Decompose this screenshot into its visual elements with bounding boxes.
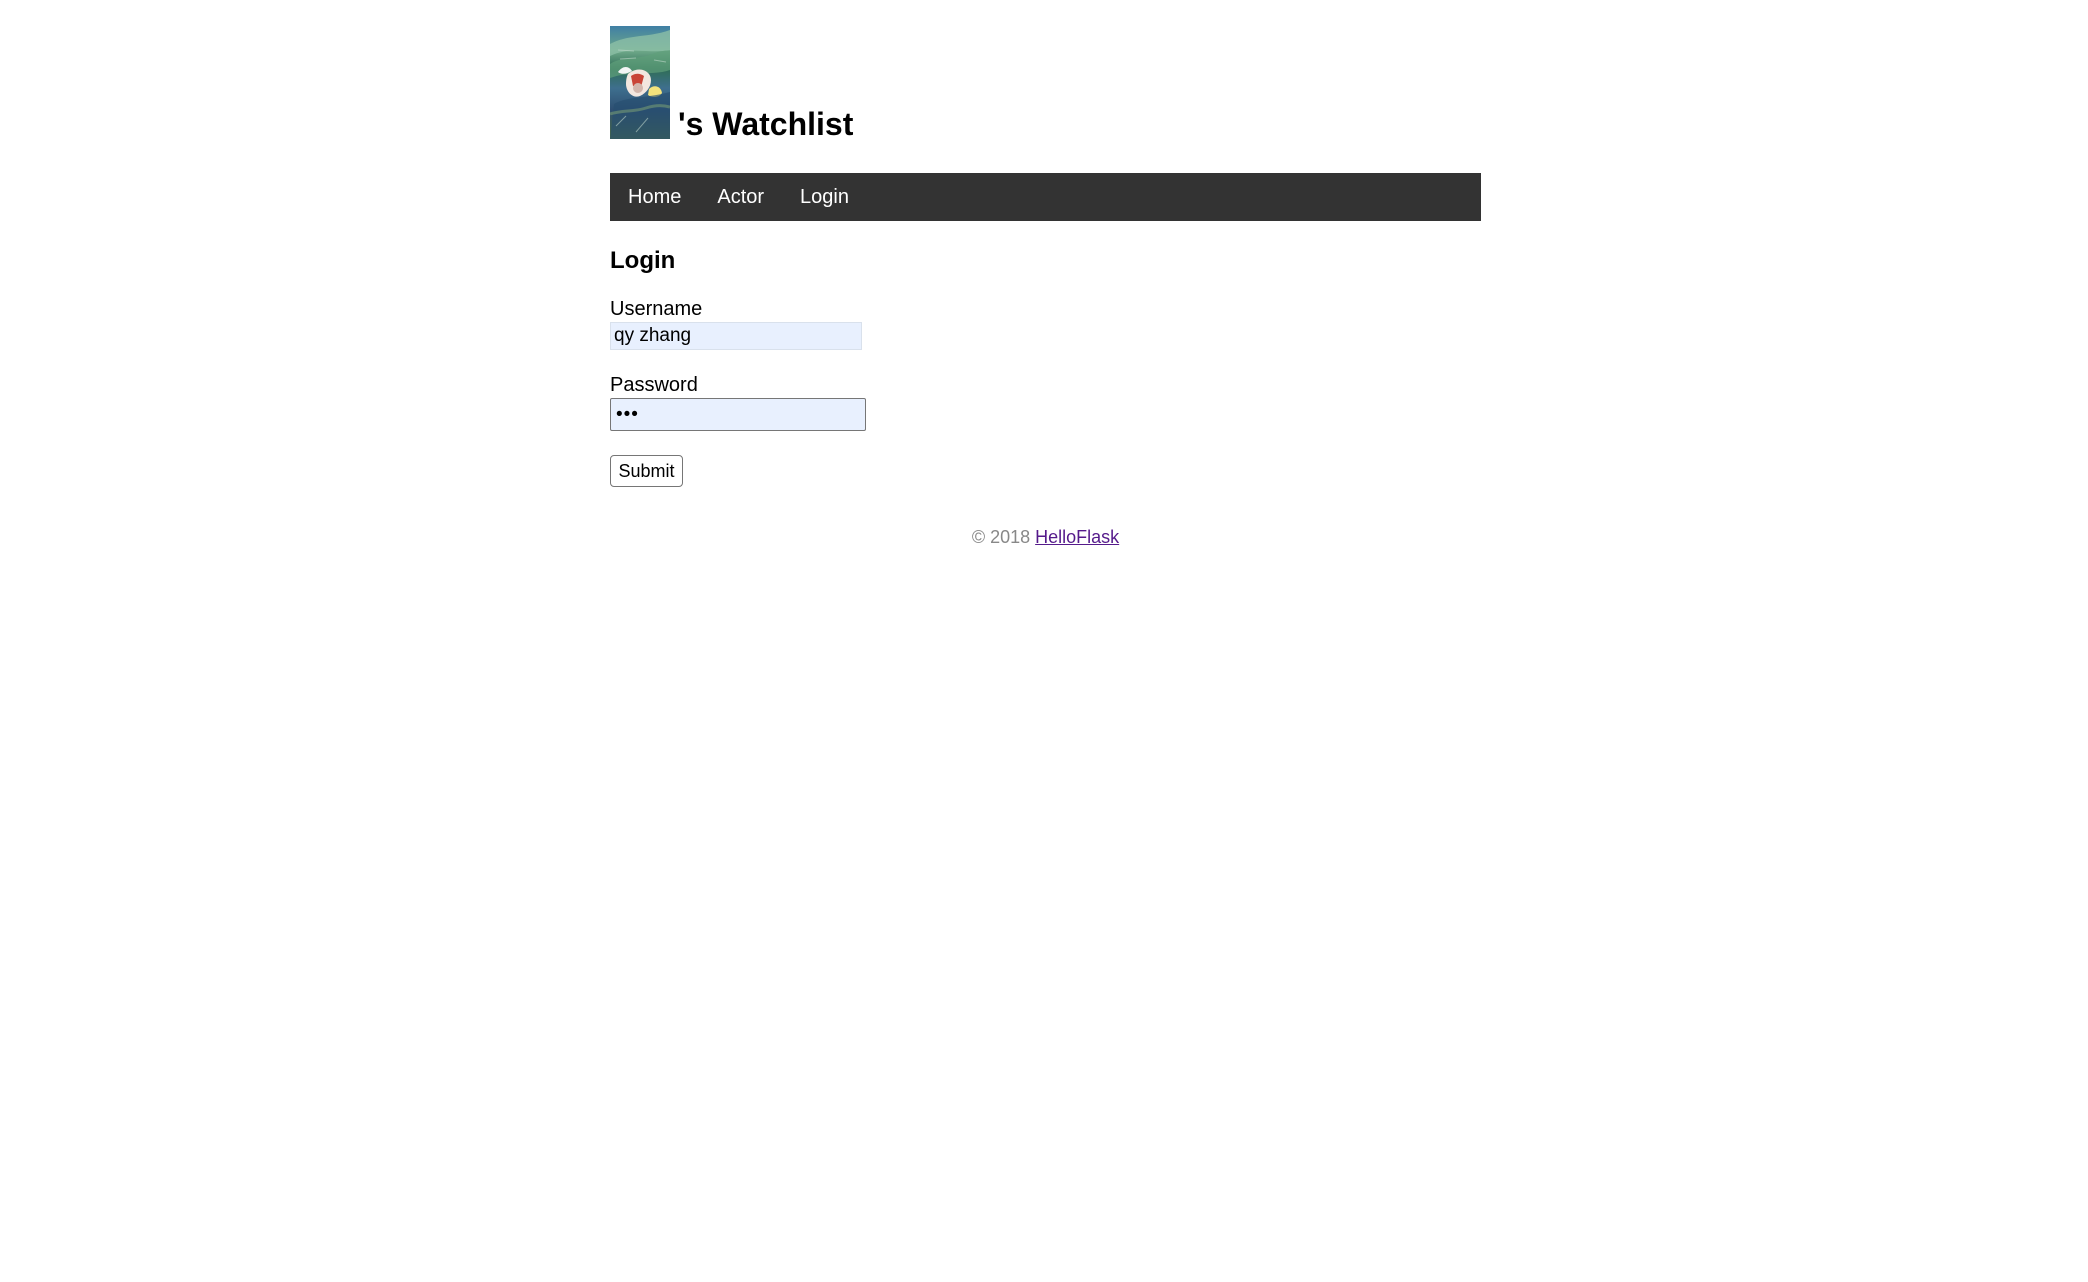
password-label: Password xyxy=(610,374,698,396)
site-title: 's Watchlist xyxy=(678,106,854,142)
content-container: 's Watchlist Home Actor Login Login User… xyxy=(610,26,1481,547)
nav-link-home[interactable]: Home xyxy=(610,173,699,221)
main-navigation: Home Actor Login xyxy=(610,173,1481,221)
username-label: Username xyxy=(610,298,703,320)
nav-link-actor[interactable]: Actor xyxy=(699,173,782,221)
helloflask-link[interactable]: HelloFlask xyxy=(1035,527,1119,547)
password-input[interactable] xyxy=(610,398,866,431)
submit-button[interactable]: Submit xyxy=(610,455,683,487)
login-heading: Login xyxy=(610,247,676,274)
nav-link-login[interactable]: Login xyxy=(782,173,867,221)
copyright-text: © 2018 xyxy=(971,527,1031,547)
site-header: 's Watchlist xyxy=(610,26,1481,146)
page: 's Watchlist Home Actor Login Login User… xyxy=(0,0,2088,1282)
avatar-illustration xyxy=(610,30,670,139)
site-footer: © 2018 HelloFlask xyxy=(610,527,1481,549)
username-input[interactable] xyxy=(610,322,862,350)
avatar-image xyxy=(610,26,670,139)
